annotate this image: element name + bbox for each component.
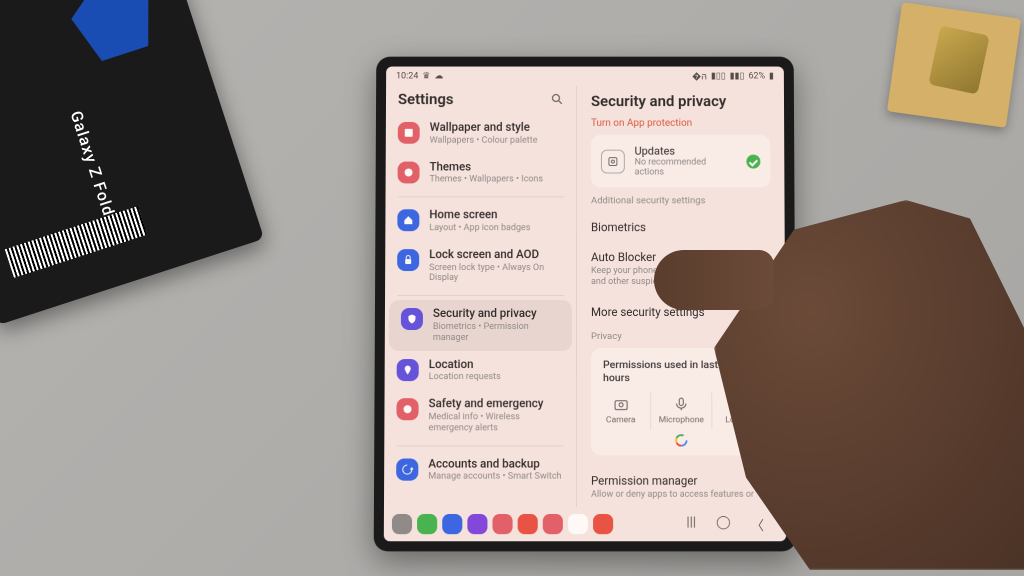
- signal-icon-2: ▮▮▯: [730, 71, 745, 81]
- dock-app-6[interactable]: [518, 514, 538, 534]
- settings-pane: Settings Wallpaper and styleWallpapers •…: [384, 86, 577, 507]
- settings-item-themes[interactable]: ThemesThemes • Wallpapers • Icons: [386, 153, 576, 192]
- crown-icon: ♛: [422, 71, 430, 81]
- divider: [397, 197, 564, 198]
- sos-icon: [396, 398, 418, 420]
- settings-item-location[interactable]: LocationLocation requests: [385, 351, 576, 391]
- signal-icon: ▮▯▯: [711, 71, 726, 81]
- palette-icon: [398, 161, 420, 183]
- perm-camera[interactable]: Camera: [591, 392, 651, 429]
- divider: [397, 295, 564, 296]
- status-bar: 10:24 ♛ ☁ �הּ ▮▯▯ ▮▮▯ 62% ▮: [386, 67, 784, 87]
- battery-icon: ▮: [769, 71, 774, 81]
- home-icon: [397, 209, 419, 231]
- item-title: Wallpaper and style: [430, 121, 538, 135]
- detail-title: Security and privacy: [591, 92, 770, 110]
- item-title: Location: [429, 358, 501, 372]
- dock-app-7[interactable]: [543, 514, 563, 534]
- status-time: 10:24: [396, 71, 418, 81]
- settings-item-accounts[interactable]: Accounts and backupManage accounts • Sma…: [384, 450, 576, 490]
- dock-app-playstore[interactable]: [568, 514, 588, 534]
- sync-icon: [396, 458, 418, 480]
- item-title: Safety and emergency: [429, 397, 564, 411]
- updates-title: Updates: [635, 145, 737, 158]
- perm-microphone[interactable]: Microphone: [650, 392, 711, 429]
- settings-item-wallpaper[interactable]: Wallpaper and styleWallpapers • Colour p…: [386, 114, 576, 153]
- nav-home-button[interactable]: ◯: [716, 514, 731, 533]
- settings-item-home[interactable]: Home screenLayout • App icon badges: [385, 202, 576, 241]
- dock-app-5[interactable]: [492, 514, 512, 534]
- barcode-graphic: [5, 206, 147, 278]
- settings-title: Settings: [398, 90, 454, 108]
- pin-icon: [397, 359, 419, 381]
- camera-icon: [613, 396, 629, 412]
- dock-app-browser[interactable]: [467, 514, 487, 534]
- dock-app-1[interactable]: [392, 514, 412, 534]
- battery-text: 62%: [748, 71, 765, 81]
- microphone-icon: [673, 396, 689, 412]
- item-sub: Biometrics • Permission manager: [433, 322, 560, 344]
- updates-sub: No recommended actions: [635, 158, 737, 178]
- item-sub: Manage accounts • Smart Switch: [428, 472, 561, 483]
- search-icon[interactable]: [550, 92, 564, 106]
- item-title: Home screen: [429, 208, 530, 222]
- app-protection-link[interactable]: Turn on App protection: [591, 118, 770, 129]
- settings-list: Wallpaper and styleWallpapers • Colour p…: [384, 114, 576, 507]
- app-dock: [392, 514, 613, 534]
- item-sub: Wallpapers • Colour palette: [430, 136, 538, 147]
- navigation-bar: ||| ◯ 〈: [384, 507, 786, 541]
- settings-item-lockscreen[interactable]: Lock screen and AODScreen lock type • Al…: [385, 241, 576, 291]
- shield-badge-graphic: [57, 0, 170, 76]
- settings-item-security[interactable]: Security and privacyBiometrics • Permiss…: [389, 300, 572, 350]
- item-sub: Themes • Wallpapers • Icons: [429, 175, 543, 186]
- shield-icon: [401, 308, 423, 330]
- item-title: Accounts and backup: [428, 457, 561, 471]
- settings-item-safety[interactable]: Safety and emergencyMedical info • Wirel…: [384, 390, 576, 441]
- updates-icon: [601, 149, 625, 173]
- google-icon: [674, 433, 688, 447]
- section-additional-label: Additional security settings: [591, 195, 771, 206]
- divider: [396, 445, 564, 446]
- item-title: Security and privacy: [433, 307, 560, 321]
- box-product-name: Galaxy Z Fold6: [67, 108, 122, 228]
- nav-back-button[interactable]: 〈: [751, 514, 764, 533]
- user-finger: [654, 250, 774, 310]
- dock-app-youtube[interactable]: [593, 514, 613, 534]
- check-icon: [747, 154, 761, 168]
- dock-app-phone[interactable]: [417, 514, 437, 534]
- item-sub: Layout • App icon badges: [429, 223, 530, 234]
- dock-app-messages[interactable]: [442, 514, 462, 534]
- updates-card[interactable]: Updates No recommended actions: [591, 135, 770, 188]
- item-sub: Screen lock type • Always On Display: [429, 263, 564, 285]
- item-title: Themes: [430, 160, 544, 174]
- lock-icon: [397, 249, 419, 271]
- item-sub: Medical info • Wireless emergency alerts: [428, 412, 563, 434]
- image-icon: [398, 122, 420, 144]
- nav-recents-button[interactable]: |||: [686, 514, 696, 533]
- row-biometrics[interactable]: Biometrics: [591, 212, 771, 242]
- wifi-icon: �הּ: [692, 71, 707, 82]
- product-box-prop: Galaxy Z Fold6: [0, 0, 264, 325]
- cloud-icon: ☁: [434, 71, 443, 81]
- item-sub: Location requests: [429, 372, 501, 383]
- item-title: Lock screen and AOD: [429, 248, 564, 262]
